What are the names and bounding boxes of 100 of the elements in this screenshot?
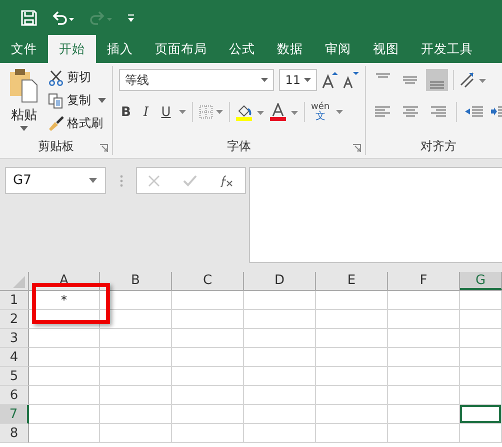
font-color-icon[interactable] — [270, 103, 298, 121]
table-cell[interactable] — [316, 424, 388, 443]
ribbon-tab[interactable]: 页面布局 — [144, 35, 218, 63]
table-cell[interactable] — [100, 367, 172, 386]
row-header[interactable]: 7 — [0, 405, 29, 424]
increase-font-size-icon[interactable] — [322, 71, 338, 89]
table-cell[interactable] — [29, 386, 100, 405]
table-cell[interactable] — [388, 386, 460, 405]
row-header[interactable]: 1 — [0, 291, 29, 310]
table-cell[interactable] — [172, 367, 244, 386]
table-cell[interactable] — [172, 348, 244, 367]
decrease-font-size-icon[interactable] — [343, 71, 359, 89]
table-cell[interactable] — [100, 405, 172, 424]
table-cell[interactable] — [388, 424, 460, 443]
table-cell[interactable] — [316, 291, 388, 310]
row-header[interactable]: 8 — [0, 424, 29, 443]
column-header[interactable]: B — [100, 272, 172, 290]
table-cell[interactable] — [100, 424, 172, 443]
table-cell[interactable] — [388, 291, 460, 310]
formula-input-field[interactable] — [249, 167, 502, 263]
table-cell[interactable] — [244, 348, 316, 367]
copy-button[interactable]: 复制 — [48, 91, 106, 110]
dialog-launcher-icon[interactable] — [100, 144, 108, 152]
row-header[interactable]: 3 — [0, 329, 29, 348]
cut-button[interactable]: 剪切 — [48, 68, 106, 87]
ribbon-tab[interactable]: 插入 — [96, 35, 144, 63]
row-header[interactable]: 2 — [0, 310, 29, 329]
caret-icon[interactable] — [304, 78, 312, 82]
ribbon-tab[interactable]: 数据 — [266, 35, 314, 63]
underline-button[interactable]: U — [159, 104, 173, 120]
table-cell[interactable] — [388, 348, 460, 367]
bold-button[interactable]: B — [119, 104, 133, 120]
table-cell[interactable] — [460, 310, 502, 329]
table-cell[interactable] — [100, 310, 172, 329]
column-header[interactable]: G — [460, 272, 502, 290]
dialog-launcher-icon[interactable] — [353, 144, 361, 152]
table-cell[interactable] — [388, 367, 460, 386]
table-cell[interactable] — [388, 405, 460, 424]
paste-button[interactable]: 粘贴 — [6, 68, 42, 135]
table-cell[interactable] — [388, 329, 460, 348]
insert-function-icon[interactable] — [220, 174, 234, 186]
format-painter-button[interactable]: 格式刷 — [48, 114, 106, 133]
save-icon[interactable] — [21, 10, 37, 26]
table-cell[interactable] — [172, 291, 244, 310]
table-cell[interactable] — [460, 291, 502, 310]
table-cell[interactable] — [29, 310, 100, 329]
font-size-field[interactable]: 11 — [279, 69, 318, 91]
row-header[interactable]: 6 — [0, 386, 29, 405]
table-cell[interactable] — [29, 329, 100, 348]
ribbon-tab[interactable]: 开发工具 — [410, 35, 484, 63]
customize-menu-icon[interactable] — [127, 12, 135, 22]
table-cell[interactable] — [460, 386, 502, 405]
row-header[interactable]: 5 — [0, 367, 29, 386]
table-cell[interactable] — [388, 310, 460, 329]
table-cell[interactable] — [316, 348, 388, 367]
table-cell[interactable] — [29, 348, 100, 367]
name-box[interactable]: G7 — [5, 167, 106, 194]
ribbon-tab[interactable]: 审阅 — [314, 35, 362, 63]
table-cell[interactable] — [244, 329, 316, 348]
table-cell[interactable] — [460, 367, 502, 386]
table-cell[interactable] — [172, 386, 244, 405]
table-cell[interactable] — [29, 367, 100, 386]
ribbon-tab[interactable]: 开始 — [48, 35, 96, 63]
table-cell[interactable] — [244, 310, 316, 329]
table-cell[interactable] — [100, 329, 172, 348]
table-cell[interactable] — [460, 348, 502, 367]
dropdown-arrow-icon[interactable] — [179, 110, 186, 114]
table-cell[interactable] — [100, 348, 172, 367]
table-cell[interactable] — [244, 386, 316, 405]
selected-cell[interactable] — [460, 405, 502, 424]
ribbon-tab[interactable]: 视图 — [362, 35, 410, 63]
table-cell[interactable] — [316, 386, 388, 405]
caret-icon[interactable] — [20, 126, 28, 131]
table-cell[interactable] — [172, 405, 244, 424]
dropdown-arrow-icon[interactable] — [336, 110, 343, 114]
table-cell[interactable] — [172, 310, 244, 329]
caret-icon[interactable] — [98, 98, 106, 103]
bottom-align-icon[interactable] — [426, 69, 448, 91]
table-cell[interactable] — [100, 291, 172, 310]
table-cell[interactable] — [244, 367, 316, 386]
table-cell[interactable] — [316, 367, 388, 386]
phonetic-guide-button[interactable]: wén 文 — [311, 102, 330, 122]
row-header[interactable]: 4 — [0, 348, 29, 367]
caret-icon[interactable] — [89, 178, 97, 183]
font-name-field[interactable]: 等线 — [119, 69, 274, 91]
table-cell[interactable] — [172, 329, 244, 348]
table-cell[interactable] — [316, 329, 388, 348]
table-cell[interactable] — [244, 424, 316, 443]
table-cell[interactable] — [316, 405, 388, 424]
column-header[interactable]: D — [244, 272, 316, 290]
table-cell[interactable] — [244, 291, 316, 310]
ribbon-tab[interactable]: 文件 — [0, 35, 48, 63]
table-cell[interactable] — [29, 405, 100, 424]
ribbon-tab[interactable]: 公式 — [218, 35, 266, 63]
table-cell[interactable] — [172, 424, 244, 443]
text-orientation-icon[interactable] — [459, 71, 487, 89]
table-cell[interactable] — [29, 424, 100, 443]
table-cell[interactable] — [460, 424, 502, 443]
fill-color-icon[interactable] — [236, 103, 264, 121]
select-all-icon[interactable] — [13, 276, 25, 288]
